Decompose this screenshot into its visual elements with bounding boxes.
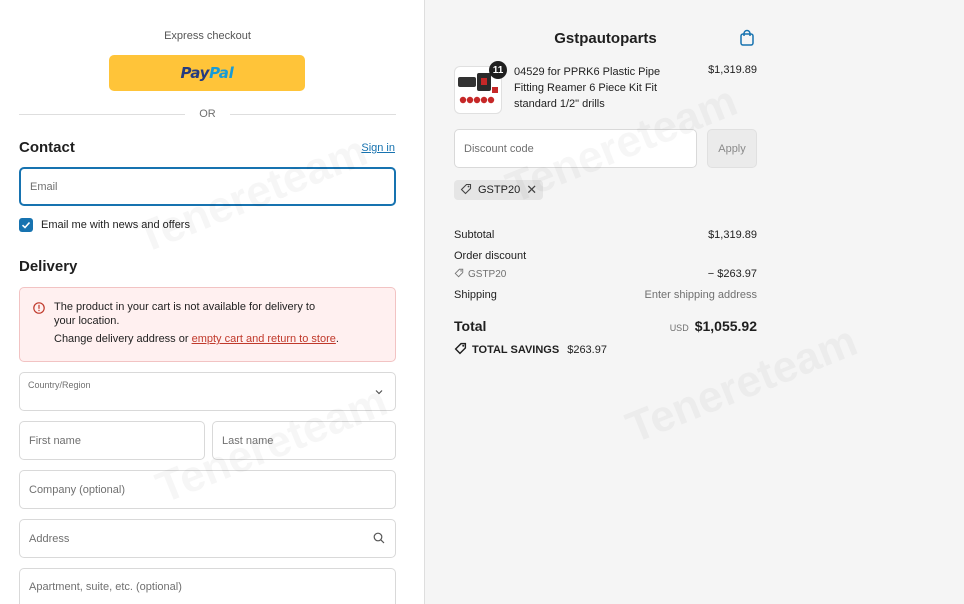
- product-title: 04529 for PPRK6 Plastic Pipe Fitting Rea…: [514, 66, 661, 110]
- order-discount-row: Order discount: [454, 250, 527, 262]
- total-value: $1,055.92: [694, 318, 757, 334]
- subtotal-value: $1,319.89: [708, 229, 757, 241]
- savings-label: TOTAL SAVINGS: [472, 344, 560, 356]
- country-select[interactable]: Country/Region: [19, 372, 396, 411]
- error-title: The product in your cart is not availabl…: [54, 301, 316, 327]
- or-text: OR: [199, 108, 216, 120]
- check-icon: [21, 221, 31, 229]
- tag-icon: [460, 183, 472, 198]
- applied-discount-chip: GSTP20 ✕: [454, 180, 544, 200]
- shipping-value: Enter shipping address: [644, 289, 757, 301]
- country-label: Country/Region: [28, 380, 91, 390]
- chevron-down-icon: [374, 387, 384, 400]
- total-label: Total: [454, 318, 487, 334]
- contact-heading: Contact: [19, 139, 75, 156]
- delivery-heading: Delivery: [19, 258, 78, 275]
- order-summary-column: [425, 0, 964, 604]
- total-row: Total USD $1,055.92: [454, 318, 757, 334]
- tag-icon: [454, 268, 464, 281]
- sign-in-link[interactable]: Sign in: [361, 142, 395, 154]
- error-icon: [33, 301, 45, 319]
- newsletter-checkbox[interactable]: [19, 218, 33, 232]
- subtotal-row: Subtotal $1,319.89: [454, 229, 757, 241]
- newsletter-checkbox-row[interactable]: Email me with news and offers: [19, 218, 190, 232]
- or-divider: OR: [19, 107, 396, 121]
- apartment-field[interactable]: Apartment, suite, etc. (optional): [19, 568, 396, 604]
- quantity-badge: 11: [489, 61, 507, 79]
- savings-value: $263.97: [567, 344, 607, 356]
- discount-value: − $263.97: [707, 268, 757, 280]
- remove-discount-icon[interactable]: ✕: [526, 182, 537, 198]
- company-field[interactable]: Company (optional): [19, 470, 396, 509]
- paypal-button[interactable]: PayPal: [109, 55, 305, 91]
- discount-code-input[interactable]: Discount code: [454, 129, 697, 168]
- empty-cart-link[interactable]: empty cart and return to store: [192, 333, 336, 345]
- email-placeholder: Email: [30, 180, 58, 193]
- currency-code: USD: [669, 323, 689, 333]
- discount-detail-row: GSTP20 − $263.97: [454, 268, 757, 281]
- email-field[interactable]: Email: [19, 167, 396, 206]
- shopping-bag-icon[interactable]: [738, 29, 756, 52]
- product-price: $1,319.89: [708, 64, 757, 76]
- product-thumbnail: 11: [454, 61, 507, 114]
- apply-discount-button[interactable]: Apply: [707, 129, 757, 168]
- address-field[interactable]: Address: [19, 519, 396, 558]
- delivery-error-banner: The product in your cart is not availabl…: [19, 287, 396, 362]
- savings-tag-icon: [454, 342, 467, 358]
- applied-code: GSTP20: [478, 184, 521, 196]
- first-name-field[interactable]: First name: [19, 421, 205, 460]
- newsletter-label: Email me with news and offers: [41, 219, 190, 231]
- shop-name: Gstpautoparts: [554, 30, 657, 47]
- search-icon: [373, 532, 385, 547]
- last-name-field[interactable]: Last name: [212, 421, 396, 460]
- error-body: Change delivery address or empty cart an…: [54, 333, 339, 345]
- express-checkout-label: Express checkout: [164, 30, 251, 42]
- checkout-form-column: Express checkout PayPal OR Contact Sign …: [0, 0, 425, 604]
- total-savings-row: TOTAL SAVINGS $263.97: [454, 342, 607, 358]
- discount-code-label: GSTP20: [468, 269, 507, 280]
- paypal-logo: PayPal: [180, 64, 234, 82]
- shipping-row: Shipping Enter shipping address: [454, 289, 757, 301]
